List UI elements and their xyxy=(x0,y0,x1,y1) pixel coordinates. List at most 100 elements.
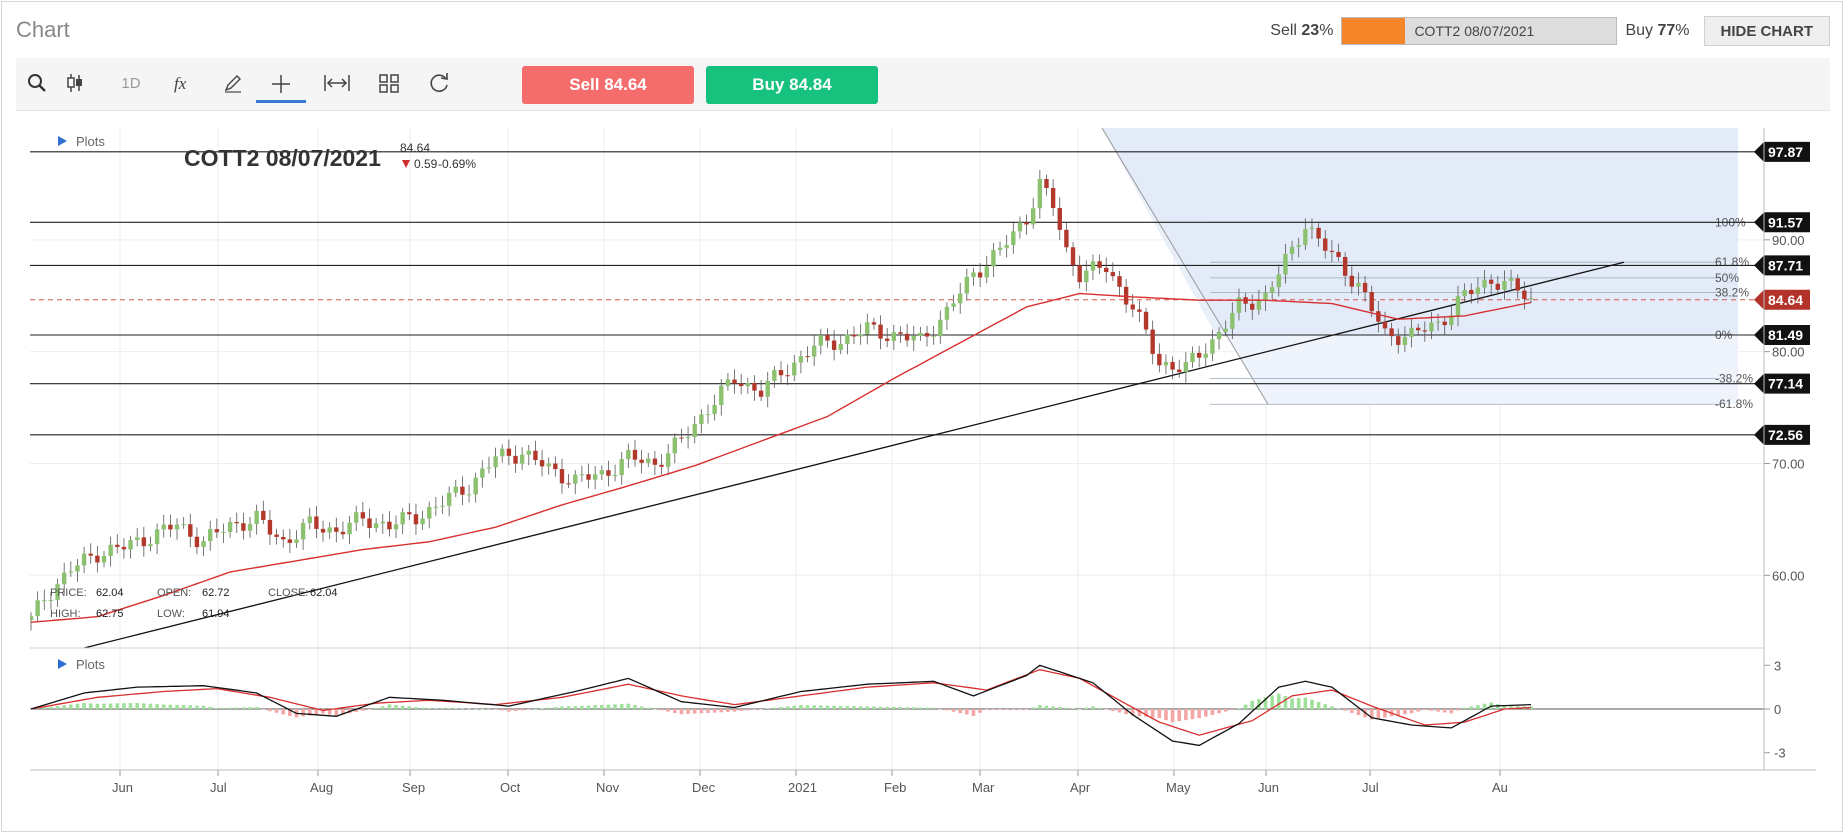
histogram-bar xyxy=(586,705,591,709)
close-value: 62.04 xyxy=(310,587,338,599)
candle-body xyxy=(699,414,704,424)
candle-body xyxy=(533,450,538,461)
candle-body xyxy=(997,247,1003,251)
histogram-bar xyxy=(1097,707,1102,709)
fib-label-top: 161.8% xyxy=(1710,128,1751,131)
chart-symbol: COTT2 08/07/2021 xyxy=(184,145,381,171)
candle-body xyxy=(314,516,319,529)
candle-body xyxy=(81,553,87,566)
histogram-bar xyxy=(885,706,889,709)
histogram-bar xyxy=(1276,693,1281,709)
price-level-label: 97.87 xyxy=(1768,144,1803,160)
candle-body xyxy=(427,507,432,519)
candle-body xyxy=(811,345,817,357)
histogram-bar xyxy=(633,705,637,709)
interval-selector[interactable]: 1D xyxy=(116,68,146,98)
price-chart[interactable]: 161.8%100%61.8%50%38.2%0%-38.2%-61.8% 97… xyxy=(28,117,1816,804)
candle-body xyxy=(1064,229,1069,248)
candle-body xyxy=(1230,312,1235,329)
sell-button[interactable]: Sell 84.64 xyxy=(522,66,694,104)
candle-body xyxy=(108,544,113,556)
histogram-bar xyxy=(639,706,644,709)
candle-body xyxy=(1196,352,1202,358)
histogram-bar xyxy=(1177,709,1182,722)
candle-body xyxy=(181,524,186,526)
candle-body xyxy=(785,375,790,377)
histogram-bar xyxy=(659,709,664,711)
candlestick-icon[interactable] xyxy=(60,68,90,98)
histogram-bar xyxy=(765,708,770,709)
candle-body xyxy=(141,537,147,547)
layout-grid-icon[interactable] xyxy=(374,68,404,98)
svg-text:fx: fx xyxy=(174,74,187,93)
candle-body xyxy=(1455,296,1461,316)
candle-body xyxy=(1070,247,1076,266)
histogram-bar xyxy=(507,709,511,712)
histogram-bar xyxy=(1409,709,1414,714)
candle-body xyxy=(254,510,259,525)
candle-body xyxy=(327,527,332,533)
candle-body xyxy=(1362,282,1368,293)
candle-body xyxy=(460,486,465,495)
candle-body xyxy=(1004,245,1009,248)
histogram-bar xyxy=(978,709,982,713)
histogram-bar xyxy=(108,703,113,709)
refresh-icon[interactable] xyxy=(424,68,454,98)
histogram-bar xyxy=(931,707,936,709)
x-tick-label: Dec xyxy=(692,780,716,795)
sentiment-bar: COTT2 08/07/2021 xyxy=(1341,17,1618,45)
candle-body xyxy=(473,477,478,495)
candle-body xyxy=(984,266,989,278)
histogram-bar xyxy=(95,703,100,709)
candle-body xyxy=(1303,228,1308,246)
histogram-bar xyxy=(55,705,60,709)
histogram-bar xyxy=(646,707,651,709)
histogram-bar xyxy=(599,704,604,709)
candle-body xyxy=(513,455,518,464)
buy-button[interactable]: Buy 84.84 xyxy=(706,66,878,104)
histogram-bar xyxy=(1170,709,1175,723)
pencil-icon[interactable] xyxy=(218,68,248,98)
candle-body xyxy=(287,539,293,543)
histogram-bar xyxy=(613,704,617,709)
histogram-bar xyxy=(686,709,690,714)
candle-body xyxy=(1037,178,1043,209)
x-tick-label: Feb xyxy=(884,780,906,795)
candle-body xyxy=(672,437,678,454)
measure-icon[interactable] xyxy=(320,68,354,98)
candle-body xyxy=(480,468,485,478)
candle-body xyxy=(307,516,312,524)
candle-body xyxy=(1349,275,1354,287)
candle-body xyxy=(1376,311,1381,322)
search-icon[interactable] xyxy=(24,68,50,98)
histogram-bar xyxy=(1230,709,1235,710)
candle-body xyxy=(712,405,717,415)
histogram-bar xyxy=(712,709,717,713)
histogram-bar xyxy=(1164,709,1168,721)
price-level-label: 84.64 xyxy=(1768,292,1803,308)
histogram-bar xyxy=(984,709,989,710)
price-label: PRICE: xyxy=(50,587,87,599)
x-tick-label: Aug xyxy=(310,780,333,795)
candle-body xyxy=(354,512,359,523)
histogram-bar xyxy=(580,705,584,709)
histogram-bar xyxy=(799,705,803,709)
chart-area[interactable]: 161.8%100%61.8%50%38.2%0%-38.2%-61.8% 97… xyxy=(28,117,1816,809)
candle-body xyxy=(838,344,843,350)
histogram-bar xyxy=(546,707,551,709)
candle-body xyxy=(261,510,266,520)
hide-chart-button[interactable]: HIDE CHART xyxy=(1703,16,1830,46)
candle-body xyxy=(898,332,903,334)
histogram-bar xyxy=(998,709,1002,710)
histogram-bar xyxy=(1031,707,1036,709)
histogram-bar xyxy=(865,706,870,709)
candle-body xyxy=(161,524,166,530)
crosshair-icon[interactable] xyxy=(256,68,306,103)
candle-body xyxy=(1190,352,1195,363)
histogram-bar xyxy=(69,704,73,709)
indicators-icon[interactable]: fx xyxy=(168,68,198,98)
candle-body xyxy=(360,512,366,519)
price-level-label: 81.49 xyxy=(1768,327,1803,343)
oscillator-plots-label: Plots xyxy=(76,657,105,672)
histogram-bar xyxy=(653,709,657,710)
